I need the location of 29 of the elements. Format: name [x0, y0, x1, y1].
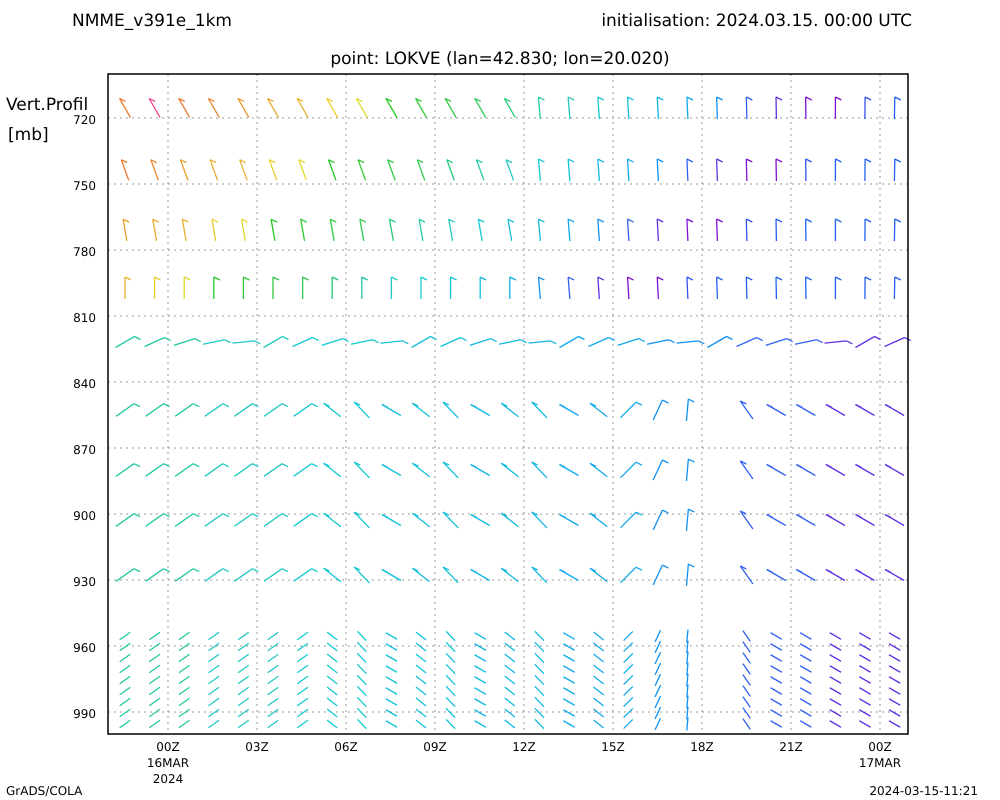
- tick-label: 870: [73, 443, 96, 457]
- tick-label: 990: [73, 707, 96, 721]
- tick-label: 960: [73, 641, 96, 655]
- tick-label: 930: [73, 575, 96, 589]
- tick-label: 900: [73, 509, 96, 523]
- software-credit: GrADS/COLA: [6, 784, 82, 798]
- tick-label: 17MAR: [858, 756, 902, 770]
- initialisation-time: initialisation: 2024.03.15. 00:00 UTC: [601, 11, 912, 31]
- tick-label: 780: [73, 245, 96, 259]
- axis-label: [mb]: [8, 125, 49, 145]
- tick-label: 840: [73, 377, 96, 391]
- model-name: NMME_v391e_1km: [72, 11, 232, 31]
- point-title: point: LOKVE (lan=42.830; lon=20.020): [330, 49, 670, 69]
- tick-label: 00Z: [868, 740, 892, 754]
- tick-label: 18Z: [690, 740, 714, 754]
- tick-label: 16MAR: [146, 756, 190, 770]
- tick-label: 00Z: [156, 740, 180, 754]
- tick-label: 15Z: [601, 740, 625, 754]
- tick-label: 750: [73, 179, 96, 193]
- plot-timestamp: 2024-03-15-11:21: [869, 784, 978, 798]
- tick-label: 2024: [152, 772, 184, 786]
- tick-label: 03Z: [245, 740, 269, 754]
- tick-label: 06Z: [334, 740, 358, 754]
- tick-label: 21Z: [779, 740, 803, 754]
- tick-label: 12Z: [512, 740, 536, 754]
- tick-label: 810: [73, 311, 96, 325]
- tick-label: 720: [73, 113, 96, 127]
- axis-label: Vert.Profil: [6, 95, 88, 115]
- tick-label: 09Z: [423, 740, 447, 754]
